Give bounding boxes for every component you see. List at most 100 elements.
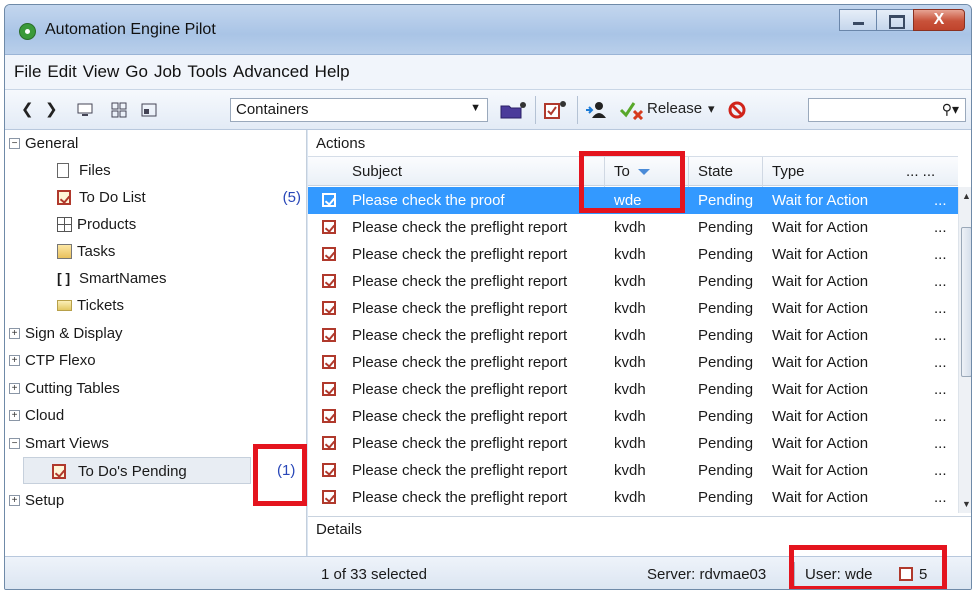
cell-subject: Please check the preflight report [352, 246, 568, 263]
server-status: Server: rdvmae03 [647, 566, 767, 583]
todo-icon [322, 247, 336, 261]
menu-job[interactable]: Job [151, 62, 184, 82]
tree-node-cutting-tables[interactable]: + Cutting Tables [5, 375, 307, 402]
table-row[interactable]: Please check the preflight report kvdh Pen… [308, 214, 958, 241]
close-button[interactable]: X [913, 9, 965, 31]
tree-node-label: To Do List [79, 189, 146, 206]
back-button[interactable]: ❮ [21, 100, 34, 118]
navigation-tree: − General Files To Do List (5) Products … [5, 130, 307, 556]
tree-node-smart-views[interactable]: − Smart Views [5, 430, 307, 457]
actions-panel: Actions Subject To State Type ... ... Pl… [308, 130, 971, 556]
column-header-more[interactable]: ... ... [906, 163, 935, 180]
expand-icon[interactable]: + [9, 383, 20, 394]
expand-icon[interactable]: + [9, 410, 20, 421]
tree-node-setup[interactable]: + Setup [5, 487, 307, 514]
tree-node-todos-pending[interactable]: To Do's Pending [23, 457, 251, 484]
grid-view-icon[interactable] [111, 102, 127, 118]
menu-file[interactable]: File [11, 62, 44, 82]
scrollbar-thumb[interactable] [961, 227, 971, 377]
table-row[interactable]: Please check the preflight report kvdh Pen… [308, 403, 958, 430]
todo-count-badge: (5) [282, 189, 301, 206]
table-row[interactable]: Please check the proof wde Pending Wait for… [308, 187, 958, 214]
todo-icon [322, 463, 336, 477]
column-header-subject[interactable]: Subject [352, 163, 402, 180]
tree-node-label: Tickets [77, 297, 124, 314]
tree-node-products[interactable]: Products [5, 211, 307, 238]
todo-status-count[interactable]: 5 [919, 566, 927, 583]
cell-type: Wait for Action [772, 381, 869, 398]
cell-subject: Please check the preflight report [352, 300, 568, 317]
table-row[interactable]: Please check the preflight report kvdh Pen… [308, 376, 958, 403]
menu-help[interactable]: Help [312, 62, 353, 82]
forward-button[interactable]: ❯ [45, 100, 58, 118]
maximize-button[interactable] [876, 9, 914, 31]
view-combo[interactable]: Containers ▼ [230, 98, 488, 122]
menu-advanced[interactable]: Advanced [230, 62, 312, 82]
panel-view-icon[interactable] [141, 102, 157, 118]
menu-bar: File Edit View Go Job Tools Advanced Hel… [5, 55, 971, 90]
cancel-icon[interactable] [727, 100, 747, 120]
expand-icon[interactable]: + [9, 328, 20, 339]
expand-icon[interactable]: + [9, 495, 20, 506]
cell-to: kvdh [614, 300, 646, 317]
tree-node-label: To Do's Pending [78, 463, 187, 480]
collapse-icon[interactable]: − [9, 438, 20, 449]
search-input[interactable]: ⚲▾ [808, 98, 966, 122]
expand-icon[interactable]: + [9, 355, 20, 366]
column-header-state[interactable]: State [698, 163, 733, 180]
table-row[interactable]: Please check the preflight report kvdh Pen… [308, 268, 958, 295]
collapse-icon[interactable]: − [9, 138, 20, 149]
table-row[interactable]: Please check the preflight report kvdh Pen… [308, 241, 958, 268]
tree-node-smartnames[interactable]: [ ] SmartNames [5, 265, 307, 292]
todo-icon [322, 328, 336, 342]
cell-more: ... [934, 273, 947, 290]
assign-user-icon[interactable] [585, 101, 609, 119]
menu-view[interactable]: View [80, 62, 123, 82]
scroll-down-icon[interactable]: ▼ [962, 499, 971, 509]
column-header-to[interactable]: To [614, 163, 650, 180]
table-row[interactable]: Please check the preflight report kvdh Pen… [308, 349, 958, 376]
release-icon [619, 102, 644, 120]
tree-node-tickets[interactable]: Tickets [5, 292, 307, 319]
tree-node-cloud[interactable]: + Cloud [5, 402, 307, 429]
tree-node-label: Smart Views [25, 435, 109, 452]
title-bar: Automation Engine Pilot X [5, 5, 971, 55]
status-bar: 1 of 33 selected Server: rdvmae03 User: … [5, 556, 971, 589]
column-header-type[interactable]: Type [772, 163, 805, 180]
cell-to: kvdh [614, 408, 646, 425]
cell-state: Pending [698, 381, 754, 398]
release-dropdown[interactable]: ▾ [708, 101, 715, 117]
tree-node-general[interactable]: − General [5, 130, 307, 157]
tree-node-sign-display[interactable]: + Sign & Display [5, 320, 307, 347]
products-icon [57, 217, 72, 232]
table-row[interactable]: Please check the preflight report kvdh Pen… [308, 484, 958, 511]
cell-subject: Please check the preflight report [352, 462, 568, 479]
table-row[interactable]: Please check the preflight report kvdh Pen… [308, 430, 958, 457]
new-container-icon[interactable] [499, 100, 527, 120]
tree-node-files[interactable]: Files [5, 157, 307, 184]
actions-section-label: Actions [316, 135, 366, 152]
tree-node-tasks[interactable]: Tasks [5, 238, 307, 265]
todo-icon [322, 436, 336, 450]
new-todo-icon[interactable] [543, 100, 567, 120]
table-row[interactable]: Please check the preflight report kvdh Pen… [308, 457, 958, 484]
cell-to: kvdh [614, 219, 646, 236]
cell-subject: Please check the preflight report [352, 435, 568, 452]
scroll-up-icon[interactable]: ▲ [962, 191, 971, 201]
tree-node-todo-list[interactable]: To Do List (5) [5, 184, 307, 211]
toolbar: ❮ ❯ Containers ▼ Release ▾ ⚲▾ [5, 90, 971, 130]
vertical-scrollbar[interactable]: ▲ ▼ [958, 187, 971, 513]
menu-go[interactable]: Go [122, 62, 151, 82]
todo-icon [322, 355, 336, 369]
table-row[interactable]: Please check the preflight report kvdh Pen… [308, 295, 958, 322]
menu-edit[interactable]: Edit [44, 62, 79, 82]
search-icon[interactable]: ⚲▾ [942, 101, 959, 118]
release-button[interactable]: Release [647, 100, 702, 117]
menu-tools[interactable]: Tools [184, 62, 230, 82]
cell-subject: Please check the preflight report [352, 489, 568, 506]
table-row[interactable]: Please check the preflight report kvdh Pen… [308, 322, 958, 349]
todo-status-icon[interactable] [899, 567, 913, 581]
tree-node-ctp-flexo[interactable]: + CTP Flexo [5, 347, 307, 374]
minimize-button[interactable] [839, 9, 877, 31]
monitor-view-icon[interactable] [77, 102, 93, 118]
